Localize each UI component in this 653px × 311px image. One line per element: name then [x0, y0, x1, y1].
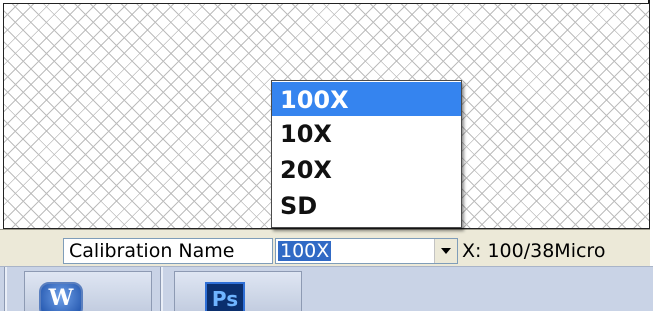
dropdown-option-100x[interactable]: 100X: [272, 82, 461, 116]
combobox-dropdown-button[interactable]: [434, 239, 457, 263]
chevron-down-icon: [441, 248, 451, 254]
taskbar-button-word[interactable]: W: [24, 271, 152, 311]
calibration-combobox[interactable]: 100X: [275, 238, 458, 264]
x-readout: X: 100/38Micro: [462, 240, 606, 262]
calibration-combobox-value: 100X: [278, 240, 332, 262]
taskbar: W Ps: [0, 266, 653, 311]
taskbar-button-photoshop[interactable]: Ps: [174, 271, 302, 311]
calibration-name-label: Calibration Name: [63, 238, 273, 264]
status-bar: Calibration Name 100X X: 100/38Micro: [0, 229, 650, 266]
taskbar-separator: [160, 267, 163, 311]
dropdown-option-20x[interactable]: 20X: [272, 152, 461, 188]
photoshop-icon: Ps: [205, 282, 245, 311]
calibration-dropdown-list: 100X 10X 20X SD: [271, 80, 462, 228]
dropdown-option-10x[interactable]: 10X: [272, 116, 461, 152]
word-icon: W: [39, 282, 83, 311]
dropdown-option-sd[interactable]: SD: [272, 188, 461, 224]
taskbar-separator: [4, 267, 7, 311]
